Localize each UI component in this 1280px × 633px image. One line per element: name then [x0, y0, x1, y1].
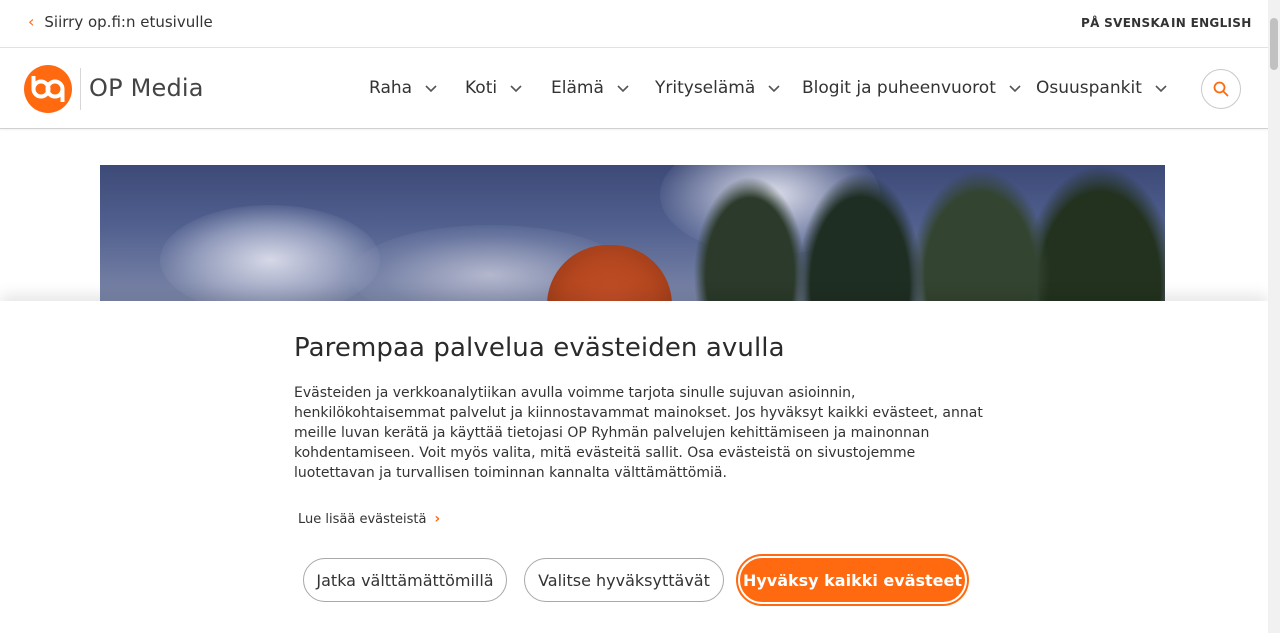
chevron-down-icon: [617, 85, 629, 93]
language-english-link[interactable]: IN ENGLISH: [1171, 16, 1252, 30]
hero-cloud: [160, 205, 380, 301]
nav-item-elama[interactable]: Elämä: [551, 78, 630, 98]
nav-item-yritys[interactable]: Yrityselämä: [655, 78, 781, 98]
site-header: OP Media Raha Koti Elämä Yrityselämä Blo…: [0, 48, 1280, 129]
accept-all-cookies-button[interactable]: Hyväksy kaikki evästeet: [740, 558, 965, 602]
nav-item-osuuspankit[interactable]: Osuuspankit: [1036, 78, 1168, 98]
read-more-label: Lue lisää evästeistä: [298, 511, 427, 527]
chevron-right-icon: ›: [434, 511, 441, 527]
chevron-down-icon: [510, 85, 522, 93]
hero-image: [100, 165, 1165, 301]
top-utility-bar: ‹ Siirry op.fi:n etusivulle PÅ SVENSKA I…: [0, 0, 1280, 48]
page-scrollbar[interactable]: [1268, 0, 1280, 633]
chevron-down-icon: [425, 85, 437, 93]
nav-label: Yrityselämä: [655, 78, 756, 98]
consent-title: Parempaa palvelua evästeiden avulla: [294, 333, 785, 363]
back-to-op-fi-link[interactable]: ‹ Siirry op.fi:n etusivulle: [28, 13, 213, 31]
brand-name[interactable]: OP Media: [89, 74, 204, 102]
nav-item-blogit[interactable]: Blogit ja puheenvuorot: [802, 78, 1022, 98]
nav-label: Blogit ja puheenvuorot: [802, 78, 996, 98]
cookie-consent-panel: Parempaa palvelua evästeiden avulla Eväs…: [0, 301, 1268, 633]
consent-description: Evästeiden ja verkkoanalytiikan avulla v…: [294, 385, 983, 481]
nav-label: Osuuspankit: [1036, 78, 1142, 98]
nav-label: Elämä: [551, 78, 604, 98]
nav-item-raha[interactable]: Raha: [369, 78, 438, 98]
search-icon: [1213, 81, 1229, 97]
nav-label: Raha: [369, 78, 413, 98]
continue-essential-button[interactable]: Jatka välttämättömillä: [303, 558, 507, 602]
logo-divider: [80, 68, 81, 110]
nav-item-koti[interactable]: Koti: [465, 78, 523, 98]
chevron-down-icon: [1009, 85, 1021, 93]
read-more-cookies-link[interactable]: Lue lisää evästeistä ›: [298, 511, 440, 527]
chevron-left-icon: ‹: [28, 12, 35, 31]
back-link-label: Siirry op.fi:n etusivulle: [44, 13, 213, 31]
nav-label: Koti: [465, 78, 498, 98]
hero-trees: [690, 165, 1165, 301]
chevron-down-icon: [1155, 85, 1167, 93]
choose-cookies-button[interactable]: Valitse hyväksyttävät: [524, 558, 724, 602]
chevron-down-icon: [768, 85, 780, 93]
scrollbar-thumb[interactable]: [1270, 18, 1278, 70]
search-button[interactable]: [1201, 69, 1241, 109]
language-swedish-link[interactable]: PÅ SVENSKA: [1081, 16, 1170, 30]
op-logo-icon[interactable]: [24, 65, 72, 113]
